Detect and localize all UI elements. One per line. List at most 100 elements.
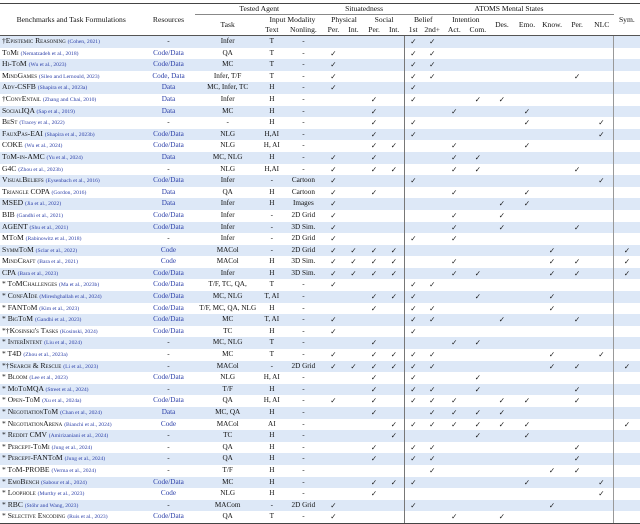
resources-cell[interactable]: Code/Data bbox=[142, 314, 195, 326]
citation-link[interactable]: (Shapira et al., 2023a) bbox=[38, 85, 88, 91]
resources-cell[interactable]: Data bbox=[142, 198, 195, 210]
checkmark-icon: ✓ bbox=[410, 315, 417, 325]
resources-cell[interactable]: Code/Data bbox=[142, 395, 194, 407]
citation-link[interactable]: (Jung et al., 2024) bbox=[52, 445, 93, 451]
resources-cell[interactable]: Code, Data bbox=[142, 71, 194, 83]
citation-link[interactable]: (Gordon, 2016) bbox=[52, 190, 87, 196]
check-cell bbox=[422, 164, 442, 176]
citation-link[interactable]: (Nematzadeh et al., 2018) bbox=[21, 51, 79, 57]
check-cell: ✓ bbox=[364, 105, 385, 118]
resources-cell[interactable]: Code/Data bbox=[142, 175, 195, 187]
citation-link[interactable]: (Sap et al., 2019) bbox=[36, 109, 74, 115]
check-cell bbox=[343, 35, 365, 48]
benchmark-name: * Loophole bbox=[2, 488, 36, 498]
check-cell: ✓ bbox=[364, 476, 385, 489]
resources-cell[interactable]: Data bbox=[142, 105, 195, 118]
resources-cell[interactable]: Data bbox=[142, 94, 194, 106]
resources-cell[interactable]: Code/Data bbox=[142, 279, 194, 291]
check-cell bbox=[514, 291, 540, 303]
check-cell bbox=[613, 198, 640, 210]
resources-cell: - bbox=[167, 465, 170, 474]
check-cell bbox=[514, 82, 540, 94]
resources-cell[interactable]: Data bbox=[142, 187, 194, 199]
resources-cell[interactable]: Code bbox=[142, 256, 194, 268]
benchmark-name: FauxPas-EAI bbox=[2, 128, 43, 138]
citation-link[interactable]: (Gandhi et al., 2021) bbox=[17, 213, 63, 219]
citation-link[interactable]: (Tracey et al., 2022) bbox=[19, 120, 64, 126]
citation-link[interactable]: (Kosinski, 2024) bbox=[60, 329, 98, 335]
resources-cell[interactable]: Code bbox=[142, 419, 194, 431]
citation-link[interactable]: (Bianchi et al., 2024) bbox=[64, 422, 111, 428]
nonling-modality-cell: - bbox=[302, 303, 305, 312]
check-cell bbox=[384, 337, 405, 350]
check-cell bbox=[565, 140, 590, 152]
citation-link[interactable]: (Bara et al., 2021) bbox=[37, 259, 78, 265]
citation-link[interactable]: (Kim et al., 2023) bbox=[39, 306, 79, 312]
citation-link[interactable]: (Ruis et al., 2023) bbox=[67, 514, 107, 520]
citation-link[interactable]: (Xu et al., 2024a) bbox=[42, 398, 81, 404]
check-cell bbox=[590, 303, 614, 315]
citation-link[interactable]: (Wu et al., 2023) bbox=[29, 62, 67, 68]
checkmark-icon: ✓ bbox=[390, 361, 398, 371]
citation-link[interactable]: (Sileo and Lernould, 2023) bbox=[39, 74, 100, 80]
citation-link[interactable]: (Ma et al., 2023b) bbox=[59, 282, 99, 288]
citation-link[interactable]: (Wu et al., 2024) bbox=[25, 143, 63, 149]
checkmark-icon: ✓ bbox=[474, 419, 482, 429]
resources-cell[interactable]: Code/Data bbox=[142, 372, 194, 384]
citation-link[interactable]: (Zhou et al., 2023a) bbox=[23, 352, 67, 358]
check-cell: ✓ bbox=[323, 198, 343, 210]
citation-link[interactable]: (Chan et al., 2024) bbox=[60, 410, 102, 416]
resources-cell[interactable]: Code/Data bbox=[142, 128, 195, 141]
citation-link[interactable]: (Amirizaniani et al., 2024) bbox=[49, 433, 109, 439]
citation-link[interactable]: (Zhou et al., 2023b) bbox=[18, 167, 63, 173]
citation-link[interactable]: (Verma et al., 2024) bbox=[51, 468, 96, 474]
benchmark-cell: BIB (Gandhi et al., 2021) bbox=[0, 210, 142, 222]
citation-link[interactable]: (Sabour et al., 2024) bbox=[41, 480, 87, 486]
resources-cell[interactable]: Data bbox=[142, 407, 195, 419]
benchmark-cell: * T4D (Zhou et al., 2023a) bbox=[0, 349, 142, 361]
citation-link[interactable]: (Street et al., 2024) bbox=[46, 387, 89, 393]
citation-link[interactable]: (Gandhi et al., 2023) bbox=[35, 317, 81, 323]
resources-cell[interactable]: Code bbox=[142, 488, 194, 500]
check-cell bbox=[514, 453, 540, 465]
resources-cell[interactable]: Code/Data bbox=[142, 476, 195, 489]
citation-link[interactable]: (Murthy et al., 2023) bbox=[38, 491, 85, 497]
citation-link[interactable]: (Zhang and Chai, 2010) bbox=[43, 97, 96, 103]
citation-link[interactable]: (Shapira et al., 2023b) bbox=[45, 132, 95, 138]
citation-link[interactable]: (Shu et al., 2021) bbox=[30, 225, 69, 231]
benchmark-cell: ToMi (Nematzadeh et al., 2018) bbox=[0, 48, 142, 60]
resources-cell[interactable]: Code/Data bbox=[142, 291, 195, 303]
check-cell: ✓ bbox=[422, 303, 442, 315]
resources-cell[interactable]: Code/Data bbox=[142, 140, 194, 152]
citation-link[interactable]: (Rabinowitz et al., 2018) bbox=[26, 236, 82, 242]
resources-cell[interactable]: Code/Data bbox=[142, 221, 195, 234]
resources-cell[interactable]: Code/Data bbox=[142, 210, 194, 222]
check-cell bbox=[384, 187, 404, 199]
citation-link[interactable]: (Jia et al., 2022) bbox=[25, 201, 61, 207]
check-cell bbox=[403, 244, 423, 257]
citation-link[interactable]: (Li et al., 2023) bbox=[63, 364, 98, 370]
resources-cell[interactable]: Data bbox=[142, 82, 195, 94]
resources-cell[interactable]: Code/Data bbox=[142, 511, 195, 524]
resources-cell[interactable]: Code/Data bbox=[142, 48, 194, 60]
citation-link[interactable]: (Cohen, 2021) bbox=[68, 39, 100, 45]
check-cell bbox=[540, 71, 565, 83]
citation-link[interactable]: (Jung et al., 2024) bbox=[65, 456, 106, 462]
resources-cell[interactable]: Code/Data bbox=[142, 59, 195, 71]
citation-link[interactable]: (Stöhr and Wang, 2023) bbox=[25, 503, 79, 509]
citation-link[interactable]: (Lee et al., 2023) bbox=[29, 375, 67, 381]
check-cell: ✓ bbox=[514, 198, 540, 210]
citation-link[interactable]: (Mireshghallah et al., 2024) bbox=[39, 294, 101, 300]
check-cell: ✓ bbox=[384, 476, 405, 489]
resources-cell[interactable]: Code bbox=[142, 244, 195, 257]
citation-link[interactable]: (Eysenbach et al., 2016) bbox=[46, 178, 100, 184]
citation-link[interactable]: (Yu et al., 2024) bbox=[47, 155, 83, 161]
resources-cell[interactable]: Code/Data bbox=[142, 326, 194, 338]
resources-cell[interactable]: Code/Data bbox=[142, 267, 195, 280]
resources-cell[interactable]: Data bbox=[142, 151, 195, 164]
resources-cell[interactable]: Code/Data bbox=[142, 303, 194, 315]
citation-link[interactable]: (Liu et al., 2024) bbox=[44, 340, 82, 346]
citation-link[interactable]: (Bara et al., 2023) bbox=[18, 271, 59, 277]
citation-link[interactable]: (Sclar et al., 2022) bbox=[36, 248, 77, 254]
check-cell bbox=[442, 175, 467, 187]
